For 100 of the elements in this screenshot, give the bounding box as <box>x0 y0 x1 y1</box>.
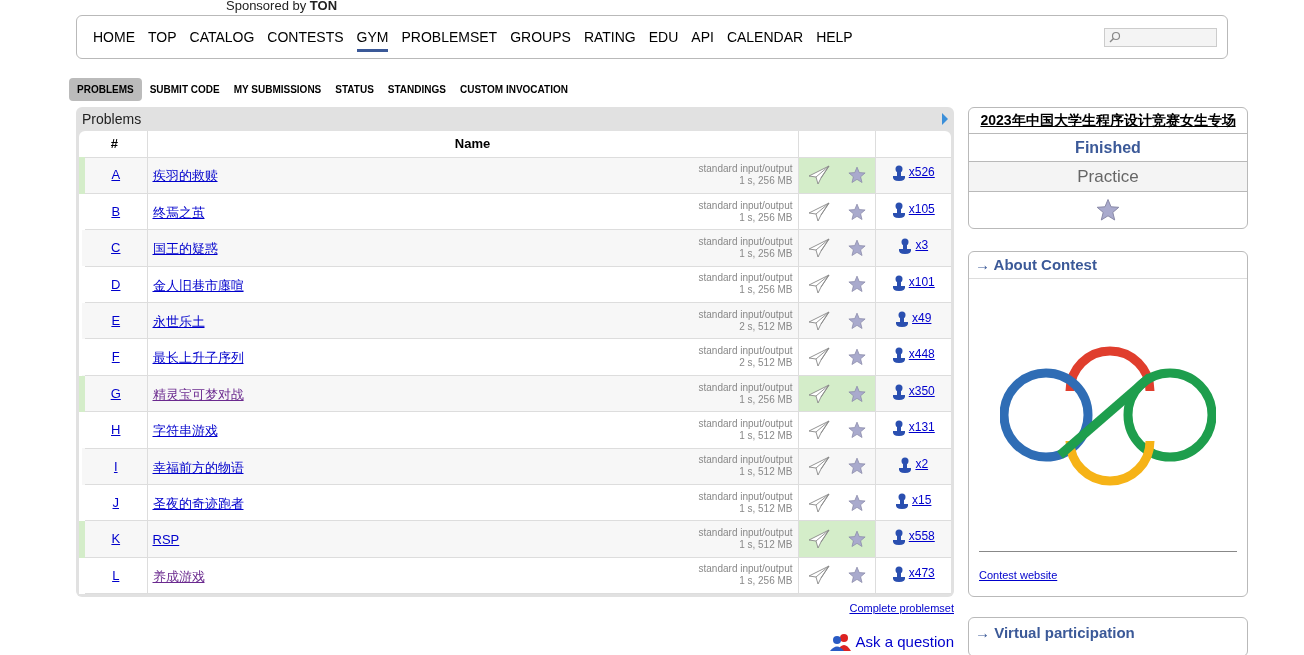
limits-text: 1 s, 512 MB <box>738 539 793 552</box>
io-text: standard input/output <box>698 490 793 503</box>
paper-plane-icon[interactable] <box>807 310 830 331</box>
tab[interactable]: CUSTOM INVOCATION <box>453 78 574 101</box>
tab[interactable]: STANDINGS <box>381 78 452 101</box>
contest-title-link[interactable]: 2023年中国大学生程序设计竞赛女生专场 <box>980 110 1236 131</box>
contest-phase: Finished <box>1075 137 1141 158</box>
people-icon <box>829 632 852 651</box>
problem-name-link[interactable]: RSP <box>152 530 180 550</box>
problem-name-link[interactable]: 精灵宝可梦对战 <box>152 384 244 405</box>
problem-name-link[interactable]: 金人旧巷市廛喧 <box>152 275 244 296</box>
menu-item[interactable]: GROUPS <box>510 26 571 52</box>
contest-website-link[interactable]: Contest website <box>979 569 1058 581</box>
solved-count-link[interactable]: x49 <box>895 309 932 327</box>
expand-arrow-icon[interactable] <box>941 112 949 126</box>
menu-item[interactable]: PROBLEMSET <box>401 26 498 52</box>
problem-index-link[interactable]: I <box>113 458 118 474</box>
io-text: standard input/output <box>698 345 793 358</box>
solved-count-link[interactable]: x105 <box>891 199 935 218</box>
paper-plane-icon[interactable] <box>807 492 830 513</box>
star-icon[interactable] <box>847 566 866 585</box>
search-field[interactable] <box>1104 27 1217 47</box>
problem-name-link[interactable]: 幸福前方的物语 <box>152 457 244 478</box>
paper-plane-icon[interactable] <box>807 383 830 404</box>
star-icon[interactable] <box>847 311 866 330</box>
star-icon[interactable] <box>847 348 866 367</box>
solved-count-link[interactable]: x473 <box>891 563 935 582</box>
problem-name-link[interactable]: 终焉之茧 <box>152 202 205 223</box>
io-text: standard input/output <box>698 417 793 430</box>
star-icon[interactable] <box>847 457 866 476</box>
tab[interactable]: PROBLEMS <box>69 78 142 101</box>
menu-item[interactable]: CONTESTS <box>267 26 344 52</box>
problem-index-link[interactable]: E <box>111 313 121 328</box>
paper-plane-icon[interactable] <box>807 456 830 477</box>
io-text: standard input/output <box>698 381 793 394</box>
problem-index-link[interactable]: L <box>112 567 120 583</box>
star-icon[interactable] <box>1096 198 1120 222</box>
problem-index-link[interactable]: F <box>111 349 120 365</box>
limits-text: 1 s, 256 MB <box>738 393 793 406</box>
tab[interactable]: MY SUBMISSIONS <box>227 78 328 101</box>
problem-index-link[interactable]: D <box>111 276 121 292</box>
solved-count-link[interactable]: x350 <box>891 381 935 400</box>
paper-plane-icon[interactable] <box>807 274 830 295</box>
star-icon[interactable] <box>847 238 866 257</box>
menu-item[interactable]: CATALOG <box>189 26 255 52</box>
paper-plane-icon[interactable] <box>807 347 830 368</box>
problem-index-link[interactable]: K <box>111 531 121 547</box>
menu-item[interactable]: RATING <box>583 26 636 52</box>
solved-count-link[interactable]: x448 <box>891 345 935 364</box>
star-icon[interactable] <box>847 493 866 512</box>
problem-name-link[interactable]: 疾羽的救赎 <box>152 166 218 186</box>
problem-name-link[interactable]: 最长上升子序列 <box>152 348 244 368</box>
star-icon[interactable] <box>847 202 866 221</box>
paper-plane-icon[interactable] <box>807 419 830 440</box>
solved-count-link[interactable]: x131 <box>891 418 935 437</box>
menu-item[interactable]: CALENDAR <box>726 26 804 52</box>
star-icon[interactable] <box>847 420 866 439</box>
menu-item[interactable]: HOME <box>93 26 135 52</box>
limits-text: 1 s, 512 MB <box>738 466 793 479</box>
paper-plane-icon[interactable] <box>807 237 830 258</box>
user-icon <box>891 201 906 218</box>
problem-name-link[interactable]: 圣夜的奇迹跑者 <box>152 493 244 514</box>
ask-question-link[interactable]: Ask a question <box>855 630 954 654</box>
limits-text: 1 s, 256 MB <box>738 575 793 588</box>
limits-text: 1 s, 256 MB <box>738 211 793 224</box>
star-icon[interactable] <box>847 384 866 403</box>
limits-text: 1 s, 256 MB <box>738 284 793 297</box>
solved-count-link[interactable]: x2 <box>898 454 929 473</box>
paper-plane-icon[interactable] <box>807 201 830 222</box>
menu-item[interactable]: EDU <box>648 26 679 52</box>
column-header: # <box>82 131 147 157</box>
problem-index-link[interactable]: J <box>112 494 119 510</box>
problem-index-link[interactable]: H <box>111 422 121 438</box>
complete-problemset-link[interactable]: Complete problemset <box>849 600 954 617</box>
paper-plane-icon[interactable] <box>807 165 830 186</box>
problem-name-link[interactable]: 永世乐土 <box>152 312 205 332</box>
solved-count-link[interactable]: x526 <box>891 163 935 182</box>
menu-item[interactable]: API <box>691 26 714 52</box>
tab[interactable]: SUBMIT CODE <box>143 78 226 101</box>
paper-plane-icon[interactable] <box>807 565 830 586</box>
problem-index-link[interactable]: G <box>110 385 121 401</box>
solved-count-link[interactable]: x15 <box>895 490 932 509</box>
star-icon[interactable] <box>847 166 866 185</box>
star-icon[interactable] <box>847 275 866 294</box>
menu-item[interactable]: TOP <box>148 26 177 52</box>
solved-count-link[interactable]: x101 <box>891 272 935 291</box>
problem-name-link[interactable]: 字符串游戏 <box>152 421 218 441</box>
menu-item[interactable]: GYM <box>356 26 389 52</box>
star-icon[interactable] <box>847 530 866 549</box>
problem-index-link[interactable]: C <box>111 240 121 256</box>
problem-name-link[interactable]: 国王的疑惑 <box>152 239 218 259</box>
limits-text: 2 s, 512 MB <box>738 320 793 333</box>
solved-count-link[interactable]: x558 <box>891 527 935 546</box>
problem-name-link[interactable]: 养成游戏 <box>152 566 205 587</box>
tab[interactable]: STATUS <box>329 78 380 101</box>
problem-index-link[interactable]: B <box>111 203 121 219</box>
solved-count-link[interactable]: x3 <box>898 236 929 255</box>
menu-item[interactable]: HELP <box>816 26 853 52</box>
problem-index-link[interactable]: A <box>111 167 121 183</box>
paper-plane-icon[interactable] <box>807 529 830 550</box>
